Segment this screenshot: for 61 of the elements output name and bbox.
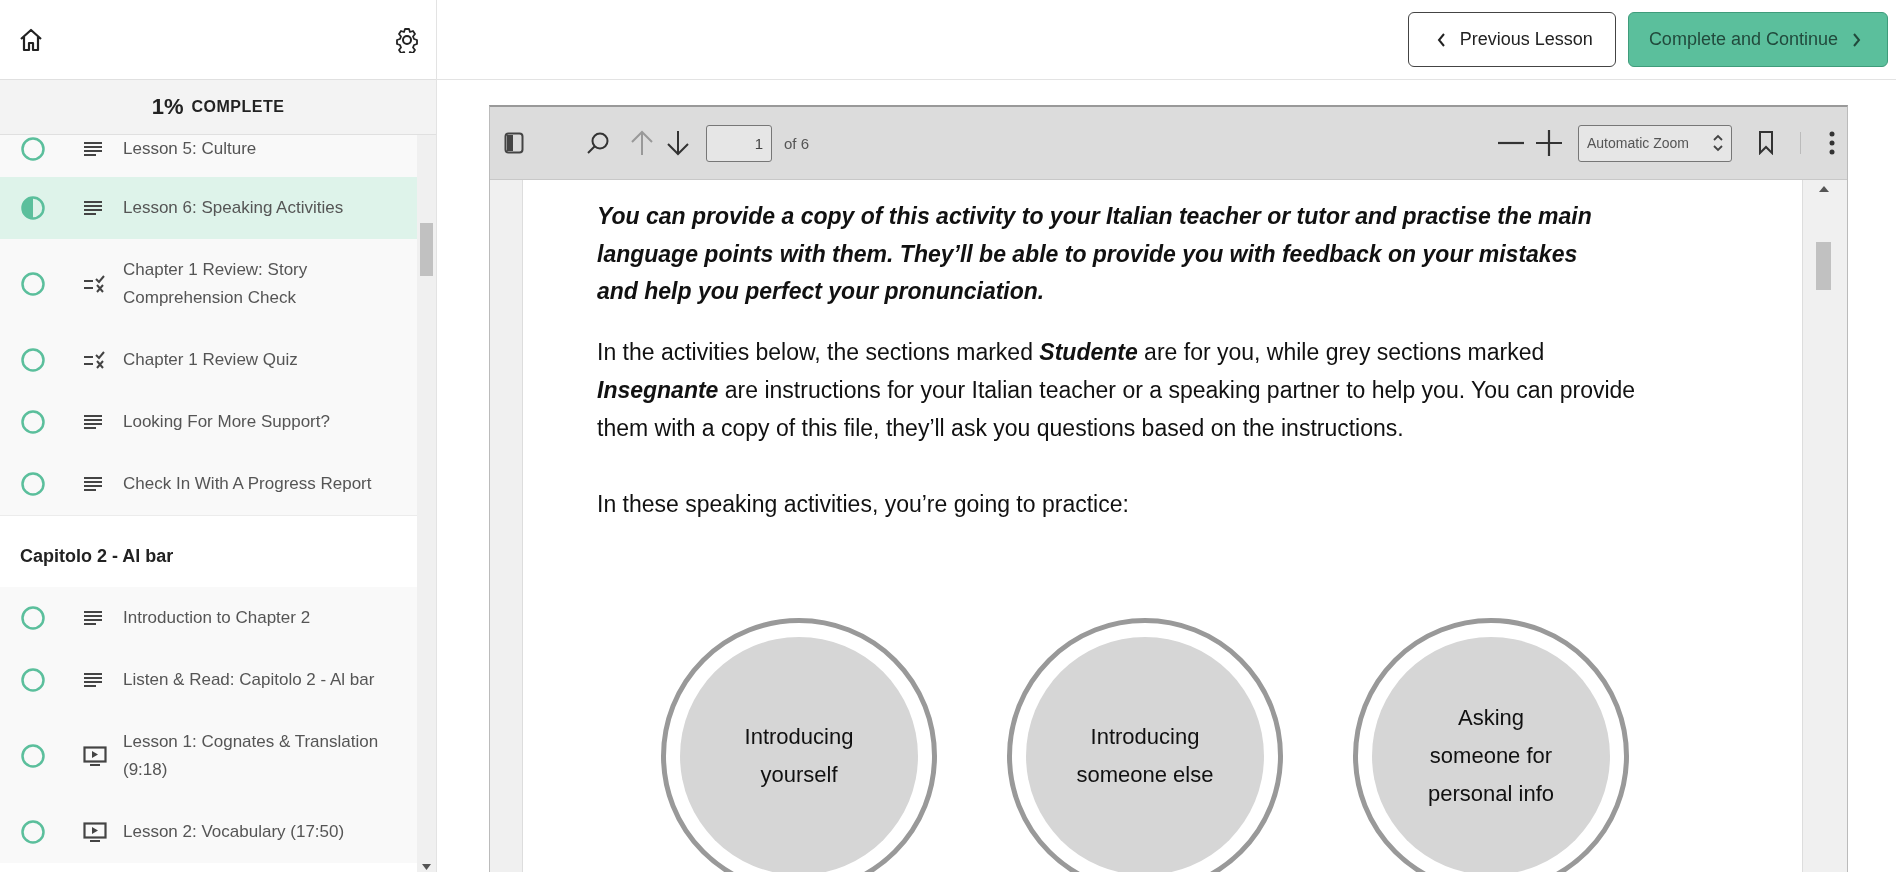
- arrow-down-icon[interactable]: [666, 130, 690, 156]
- up-down-caret-icon: [1713, 134, 1723, 152]
- lesson-item[interactable]: Check In With A Progress Report: [0, 453, 417, 515]
- lesson-item[interactable]: Chapter 1 Review Quiz: [0, 329, 417, 391]
- search-icon[interactable]: [586, 131, 610, 155]
- lesson-item[interactable]: Looking For More Support?: [0, 391, 417, 453]
- lesson-title: Introduction to Chapter 2: [123, 607, 311, 629]
- checklist-icon: [83, 275, 105, 293]
- lesson-title: Check In With A Progress Report: [123, 473, 372, 495]
- section-title: Capitolo 2 - Al bar: [20, 546, 174, 567]
- intro-paragraph: You can provide a copy of this activity to your Italian teacher or tutor and practise the main language points with them. They’ll be able to provide you with feedback on your mistakes and help you perfect your pronunciation.: [597, 202, 1593, 306]
- scrollbar-thumb[interactable]: [1816, 242, 1831, 290]
- lesson-item[interactable]: Lesson 5: Culture: [0, 135, 417, 177]
- bookmark-icon[interactable]: [1758, 131, 1774, 155]
- zoom-in-icon[interactable]: [1536, 130, 1562, 156]
- lesson-title: Listen & Read: Capitolo 2 - Al bar: [123, 669, 375, 691]
- text-lines-icon: [83, 610, 103, 626]
- scrollbar-thumb[interactable]: [420, 223, 433, 276]
- lesson-item[interactable]: Introduction to Chapter 2: [0, 587, 417, 649]
- lesson-item[interactable]: Lesson 1: Cognates & Translation (9:18): [0, 711, 417, 801]
- topic-label: Introducing someone else: [1075, 722, 1215, 789]
- text-lines-icon: [83, 200, 103, 216]
- topic-label: Asking someone for personal info: [1427, 703, 1555, 808]
- scrollbar[interactable]: [417, 135, 436, 872]
- complete-and-continue-button[interactable]: Complete and Continue: [1627, 12, 1888, 67]
- scroll-down-arrow-icon[interactable]: [422, 864, 431, 870]
- body-paragraph: In these speaking activities, you’re going to practice:: [597, 489, 1130, 519]
- checklist-icon: [83, 351, 105, 369]
- chevron-right-icon: [1852, 32, 1861, 47]
- sidebar-toggle-icon[interactable]: [504, 132, 524, 154]
- previous-lesson-button[interactable]: Previous Lesson: [1407, 12, 1616, 67]
- lesson-item[interactable]: Listen & Read: Capitolo 2 - Al bar: [0, 649, 417, 711]
- zoom-select[interactable]: Automatic Zoom: [1578, 124, 1732, 162]
- body-paragraph: In the activities below, the sections marked Studente are for you, while grey sections marked Insegnante are instructions for your Italian teacher or a speaking partner to help you. You can provide them with a copy of this file, they’ll ask you questions based on the instructions.: [597, 337, 1637, 443]
- video-play-icon: [83, 746, 107, 766]
- progress-label: COMPLETE: [191, 98, 285, 116]
- lesson-title: Lesson 5: Culture: [123, 138, 257, 160]
- lesson-title: Lesson 6: Speaking Activities: [123, 197, 344, 219]
- text-lines-icon: [83, 476, 103, 492]
- page-number-field[interactable]: 1: [706, 124, 772, 162]
- settings-icon[interactable]: [394, 26, 420, 53]
- lesson-title: Lesson 2: Vocabulary (17:50): [123, 821, 345, 843]
- page-count: of 6: [784, 134, 810, 152]
- chevron-left-icon: [1436, 32, 1446, 47]
- lesson-title: Looking For More Support?: [123, 411, 330, 433]
- topic-label: Introducing yourself: [743, 722, 855, 789]
- lesson-item[interactable]: Lesson 6: Speaking Activities: [0, 177, 417, 239]
- lesson-title: Chapter 1 Review Quiz: [123, 349, 298, 371]
- lesson-item[interactable]: Lesson 2: Vocabulary (17:50): [0, 801, 417, 863]
- video-play-icon: [83, 822, 107, 842]
- zoom-out-icon[interactable]: [1498, 141, 1524, 145]
- lesson-title: Chapter 1 Review: Story Comprehension Check: [123, 259, 309, 309]
- text-lines-icon: [83, 672, 103, 688]
- lesson-item[interactable]: Chapter 1 Review: Story Comprehension Check: [0, 239, 417, 329]
- text-lines-icon: [83, 141, 103, 157]
- text-lines-icon: [83, 414, 103, 430]
- progress-percent: 1%: [151, 94, 184, 120]
- scroll-up-arrow-icon[interactable]: [1819, 186, 1829, 192]
- lesson-title: Lesson 1: Cognates & Translation (9:18): [123, 731, 380, 781]
- home-icon[interactable]: [18, 27, 44, 52]
- more-options-icon[interactable]: [1829, 131, 1835, 155]
